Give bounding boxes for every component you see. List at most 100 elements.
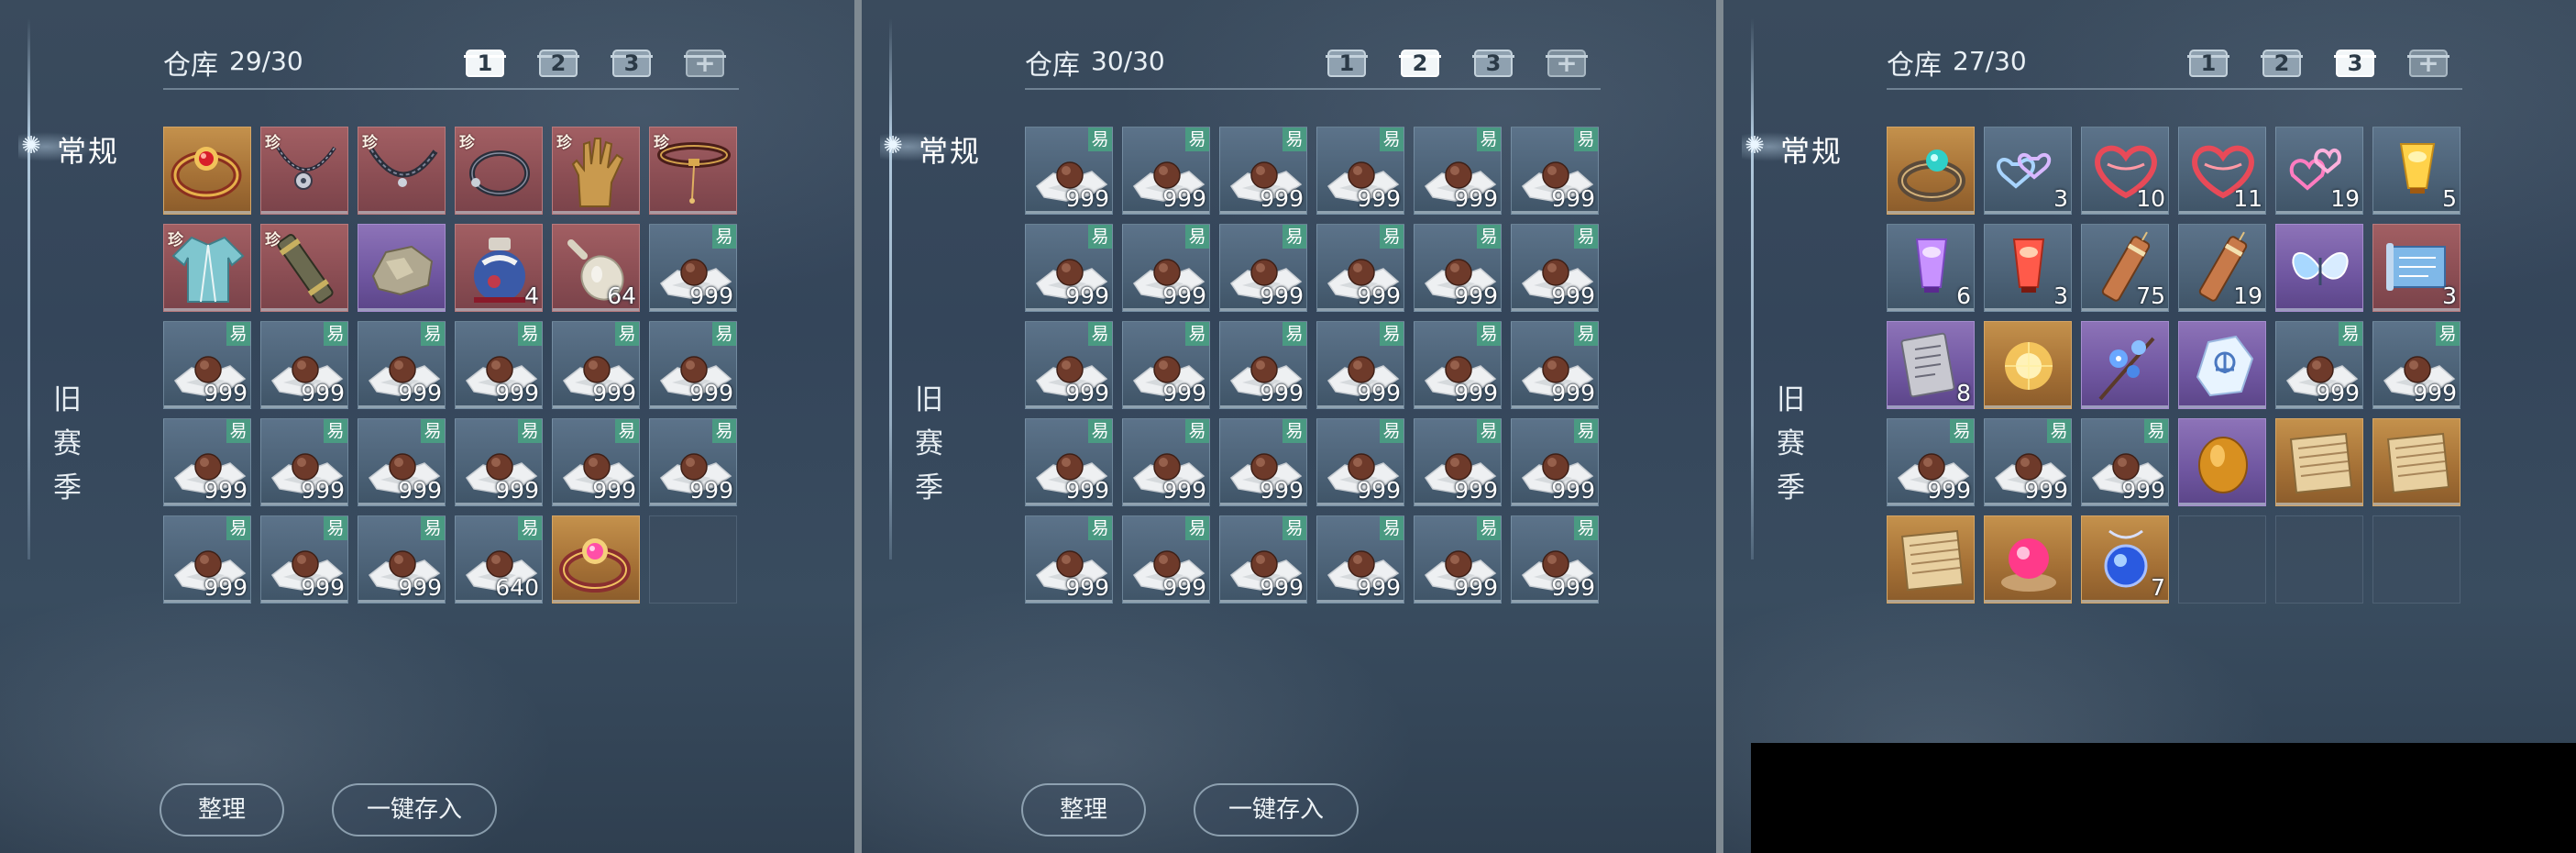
tab-warehouse-2[interactable]: 2 — [535, 42, 581, 83]
category-old-season[interactable]: 旧赛季 — [1777, 378, 1850, 510]
category-regular[interactable]: ✺ 常规 — [1742, 125, 1852, 169]
tab-add-warehouse[interactable]: + — [2405, 42, 2451, 83]
item-slot[interactable]: 珍 — [455, 127, 543, 215]
item-slot[interactable] — [1887, 127, 1975, 215]
item-slot[interactable]: 易 999 — [1025, 418, 1113, 506]
item-slot[interactable]: 3 — [1984, 224, 2072, 312]
item-slot[interactable]: 19 — [2275, 127, 2363, 215]
empty-slot[interactable] — [2275, 515, 2363, 604]
item-slot[interactable]: 易 999 — [358, 321, 446, 409]
item-slot[interactable]: 易 999 — [1316, 515, 1404, 604]
item-slot[interactable]: 易 999 — [358, 515, 446, 604]
item-slot[interactable]: 易 999 — [163, 515, 251, 604]
tab-warehouse-3[interactable]: 3 — [2332, 42, 2378, 83]
item-slot[interactable]: 易 999 — [1984, 418, 2072, 506]
deposit-all-button[interactable]: 一键存入 — [1194, 783, 1359, 836]
sort-button[interactable]: 整理 — [1021, 783, 1146, 836]
item-slot[interactable]: 珍 — [260, 127, 348, 215]
item-slot[interactable] — [2081, 321, 2169, 409]
item-slot[interactable]: 易 999 — [1122, 224, 1210, 312]
item-slot[interactable]: 64 — [552, 224, 640, 312]
category-regular[interactable]: ✺ 常规 — [18, 125, 128, 169]
tab-warehouse-1[interactable]: 1 — [462, 42, 508, 83]
tab-warehouse-3[interactable]: 3 — [1470, 42, 1516, 83]
item-slot[interactable]: 易 999 — [1316, 127, 1404, 215]
category-old-season[interactable]: 旧赛季 — [53, 378, 127, 510]
item-slot[interactable]: 易 999 — [1887, 418, 1975, 506]
item-slot[interactable]: 易 999 — [1511, 127, 1599, 215]
item-slot[interactable]: 易 999 — [2372, 321, 2460, 409]
item-slot[interactable]: 75 — [2081, 224, 2169, 312]
item-slot[interactable]: 易 999 — [1122, 321, 1210, 409]
item-slot[interactable] — [1984, 321, 2072, 409]
item-slot[interactable]: 易 999 — [1025, 515, 1113, 604]
item-slot[interactable]: 5 — [2372, 127, 2460, 215]
sort-button[interactable]: 整理 — [160, 783, 284, 836]
item-slot[interactable]: 易 999 — [260, 418, 348, 506]
item-slot[interactable]: 易 999 — [649, 321, 737, 409]
item-slot[interactable] — [358, 224, 446, 312]
tab-warehouse-1[interactable]: 1 — [1324, 42, 1370, 83]
item-slot[interactable]: 易 999 — [163, 321, 251, 409]
item-slot[interactable]: 易 999 — [1219, 321, 1307, 409]
item-slot[interactable]: 易 999 — [649, 224, 737, 312]
item-slot[interactable] — [1984, 515, 2072, 604]
item-slot[interactable]: 易 999 — [2275, 321, 2363, 409]
item-slot[interactable]: 易 999 — [552, 321, 640, 409]
item-slot[interactable]: 易 999 — [1219, 418, 1307, 506]
item-slot[interactable]: 易 999 — [1414, 127, 1502, 215]
category-old-season[interactable]: 旧赛季 — [915, 378, 988, 510]
item-slot[interactable]: 易 999 — [649, 418, 737, 506]
item-slot[interactable]: 珍 — [649, 127, 737, 215]
item-slot[interactable]: 19 — [2178, 224, 2266, 312]
item-slot[interactable]: 易 999 — [1414, 418, 1502, 506]
item-slot[interactable]: 易 999 — [1511, 224, 1599, 312]
item-slot[interactable]: 易 999 — [552, 418, 640, 506]
item-slot[interactable]: 易 999 — [1219, 224, 1307, 312]
item-slot[interactable]: 3 — [1984, 127, 2072, 215]
item-slot[interactable]: 4 — [455, 224, 543, 312]
item-slot[interactable]: 珍 — [552, 127, 640, 215]
item-slot[interactable]: 6 — [1887, 224, 1975, 312]
item-slot[interactable]: 珍 — [358, 127, 446, 215]
item-slot[interactable]: 11 — [2178, 127, 2266, 215]
item-slot[interactable]: 易 999 — [1511, 418, 1599, 506]
tab-add-warehouse[interactable]: + — [682, 42, 728, 83]
item-slot[interactable]: 易 999 — [1316, 321, 1404, 409]
item-slot[interactable]: 易 999 — [1122, 515, 1210, 604]
item-slot[interactable]: 易 999 — [1414, 224, 1502, 312]
item-slot[interactable]: 易 999 — [1122, 418, 1210, 506]
item-slot[interactable]: 7 — [2081, 515, 2169, 604]
item-slot[interactable]: 易 640 — [455, 515, 543, 604]
deposit-all-button[interactable]: 一键存入 — [332, 783, 497, 836]
item-slot[interactable] — [1887, 515, 1975, 604]
item-slot[interactable]: 珍 — [163, 224, 251, 312]
item-slot[interactable]: 易 999 — [455, 321, 543, 409]
item-slot[interactable] — [552, 515, 640, 604]
item-slot[interactable] — [2275, 224, 2363, 312]
item-slot[interactable]: 易 999 — [1025, 127, 1113, 215]
tab-warehouse-2[interactable]: 2 — [1397, 42, 1443, 83]
item-slot[interactable]: 易 999 — [358, 418, 446, 506]
item-slot[interactable]: 8 — [1887, 321, 1975, 409]
item-slot[interactable]: 易 999 — [1414, 321, 1502, 409]
item-slot[interactable]: 易 999 — [260, 515, 348, 604]
tab-warehouse-1[interactable]: 1 — [2185, 42, 2231, 83]
item-slot[interactable]: 10 — [2081, 127, 2169, 215]
item-slot[interactable] — [2178, 418, 2266, 506]
item-slot[interactable]: 易 999 — [1414, 515, 1502, 604]
item-slot[interactable]: 易 999 — [455, 418, 543, 506]
item-slot[interactable] — [2178, 321, 2266, 409]
item-slot[interactable]: 易 999 — [1316, 418, 1404, 506]
empty-slot[interactable] — [649, 515, 737, 604]
item-slot[interactable]: 3 — [2372, 224, 2460, 312]
item-slot[interactable]: 易 999 — [260, 321, 348, 409]
item-slot[interactable]: 珍 — [260, 224, 348, 312]
item-slot[interactable]: 易 999 — [163, 418, 251, 506]
item-slot[interactable] — [2372, 418, 2460, 506]
tab-warehouse-3[interactable]: 3 — [609, 42, 655, 83]
item-slot[interactable]: 易 999 — [1122, 127, 1210, 215]
item-slot[interactable]: 易 999 — [1511, 515, 1599, 604]
item-slot[interactable]: 易 999 — [1219, 127, 1307, 215]
item-slot[interactable] — [163, 127, 251, 215]
